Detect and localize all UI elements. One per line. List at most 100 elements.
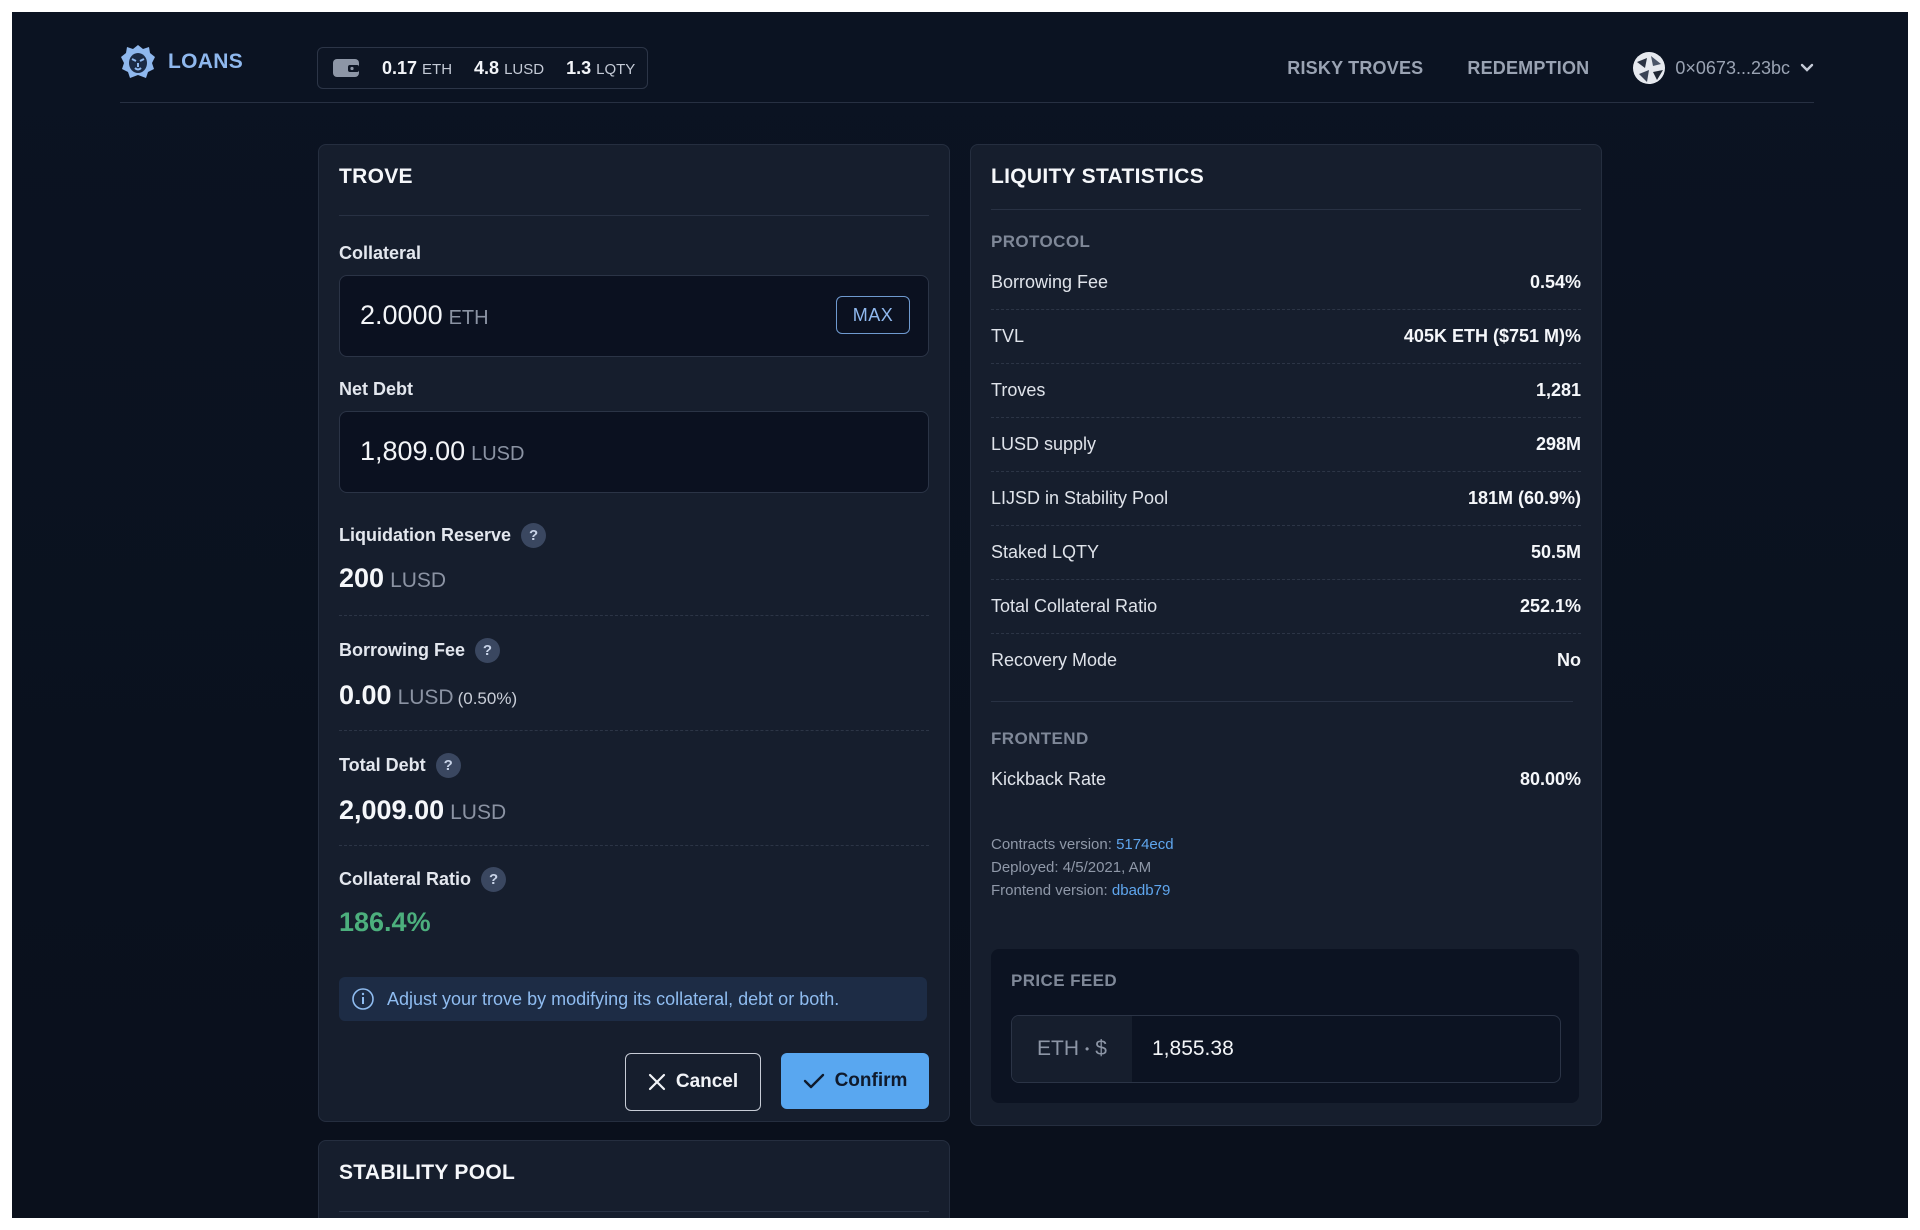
frontend-section-label: FRONTEND [991,729,1089,748]
balance-value: 4.8 [474,57,500,78]
help-icon[interactable]: ? [521,523,547,548]
stat-key: TVL [991,325,1025,346]
price-pair: ETH • $ [1012,1016,1132,1082]
version-info: Contracts version: 5174ecd Deployed: 4/5… [991,833,1174,902]
price-value: 1,855.38 [1152,1037,1234,1060]
stat-row: Kickback Rate 80.00% [991,752,1581,806]
stat-row: Total Collateral Ratio 252.1% [991,579,1581,634]
divider [991,209,1581,210]
trove-title: TROVE [339,165,413,188]
balance-lusd: 4.8 LUSD [474,58,544,79]
nav-risky-troves[interactable]: RISKY TROVES [1287,58,1423,79]
deployed-date: Deployed: 4/5/2021, AM [991,859,1152,876]
stat-key: Recovery Mode [991,649,1118,670]
collateral-input[interactable]: 2.0000 ETH MAX [339,275,929,357]
help-icon[interactable]: ? [481,867,507,892]
stat-row: Staked LQTY 50.5M [991,525,1581,580]
collateral-unit: ETH [448,307,489,329]
price-pair-quote: $ [1095,1037,1107,1060]
collateral-ratio-label-text: Collateral Ratio [339,869,472,889]
stat-row: Borrowing Fee 0.54% [991,255,1581,310]
protocol-section-label: PROTOCOL [991,232,1091,251]
net-debt-value-wrap: 1,809.00 LUSD [360,436,524,467]
contracts-version-label: Contracts version: [991,836,1112,853]
collateral-value-wrap: 2.0000 ETH [360,300,489,331]
liquidation-reserve-value: 200 LUSD [339,563,446,594]
balance-value: 0.17 [382,57,418,78]
frontend-version: Frontend version: dbadb79 [991,879,1174,902]
balance-unit: ETH [422,60,453,78]
stat-row: TVL 405K ETH ($751 M)% [991,309,1581,364]
liquity-statistics-card: LIQUITY STATISTICS PROTOCOL Borrowing Fe… [970,144,1602,1126]
max-button[interactable]: MAX [836,296,910,334]
net-debt-label-text: Net Debt [339,379,414,399]
collateral-ratio-value: 186.4% [339,907,431,937]
lion-logo-icon [121,45,155,78]
kickback-rate-value: 80.00% [1519,768,1581,789]
stability-pool-card: STABILITY POOL [318,1140,950,1218]
stat-value: 1,281 [1535,379,1581,400]
stability-pool-title: STABILITY POOL [339,1161,516,1184]
stat-key: Borrowing Fee [991,271,1109,292]
avatar-icon [1634,53,1665,83]
account-menu[interactable]: 0×0673...23bc [1633,52,1814,84]
collateral-value: 2.0000 [360,300,443,330]
net-debt-value: 1,809.00 [360,436,466,466]
nav-redemption[interactable]: REDEMPTION [1467,58,1589,79]
top-nav: RISKY TROVES REDEMPTION 0×0673...23bc [1287,48,1814,88]
borrowing-fee-amount: 0.00 [339,680,392,710]
price-pair-separator: • [1085,1042,1090,1056]
price-feed-field[interactable]: ETH • $ 1,855.38 [1011,1015,1561,1083]
total-debt-value: 2,009.00 LUSD [339,795,506,826]
stat-value: 50.5M [1530,541,1581,562]
cancel-label: Cancel [675,1071,739,1092]
close-icon [648,1073,665,1091]
price-feed-panel: PRICE FEED ETH • $ 1,855.38 [991,949,1579,1103]
total-debt-label: Total Debt ? [339,753,461,778]
confirm-button[interactable]: Confirm [781,1053,929,1109]
divider [339,1211,929,1212]
borrowing-fee-unit: LUSD [397,686,454,709]
frontend-version-label: Frontend version: [991,882,1108,899]
stat-key: Troves [991,379,1046,400]
divider [991,701,1573,702]
divider [339,845,929,846]
app-window: LOANS 0.17 ETH 4.8 LUSD 1.3 LQTY RISKY T… [12,12,1908,1218]
stat-key: Staked LQTY [991,541,1100,562]
divider [339,730,929,731]
divider [339,215,929,216]
stat-key: LUSD supply [991,433,1097,454]
collateral-ratio-label: Collateral Ratio ? [339,867,507,892]
logo[interactable]: LOANS [120,44,243,80]
stat-value: 298M [1535,433,1581,454]
stat-key: LIJSD in Stability Pool [991,487,1169,508]
info-text: Adjust your trove by modifying its colla… [387,988,840,1009]
stat-value: 405K ETH ($751 M)% [1403,325,1581,346]
total-debt-unit: LUSD [450,801,507,824]
balance-eth: 0.17 ETH [382,58,452,79]
trove-card: TROVE Collateral 2.0000 ETH MAX Net Debt … [318,144,950,1122]
account-address: 0×0673...23bc [1675,57,1790,78]
divider [339,615,929,616]
stat-row: LIJSD in Stability Pool 181M (60.9%) [991,471,1581,526]
stat-value: 252.1% [1519,595,1581,616]
contracts-version-link[interactable]: 5174ecd [1116,836,1174,853]
help-icon[interactable]: ? [435,753,461,778]
stat-value: No [1557,649,1581,670]
chevron-down-icon [1800,63,1814,72]
liquidation-reserve-label: Liquidation Reserve ? [339,523,547,548]
collateral-label-text: Collateral [339,243,422,263]
balance-unit: LQTY [596,60,636,78]
help-icon[interactable]: ? [475,638,501,663]
stat-row: LUSD supply 298M [991,417,1581,472]
liquidation-reserve-label-text: Liquidation Reserve [339,525,512,545]
cancel-button[interactable]: Cancel [625,1053,761,1111]
info-icon [352,988,374,1010]
borrowing-fee-label-text: Borrowing Fee [339,640,466,660]
net-debt-input[interactable]: 1,809.00 LUSD [339,411,929,493]
frontend-version-link[interactable]: dbadb79 [1112,882,1170,899]
statistics-title: LIQUITY STATISTICS [991,165,1205,188]
stat-row: Recovery Mode No [991,633,1581,687]
net-debt-unit: LUSD [471,443,525,465]
borrowing-fee-percent: (0.50%) [457,689,518,708]
